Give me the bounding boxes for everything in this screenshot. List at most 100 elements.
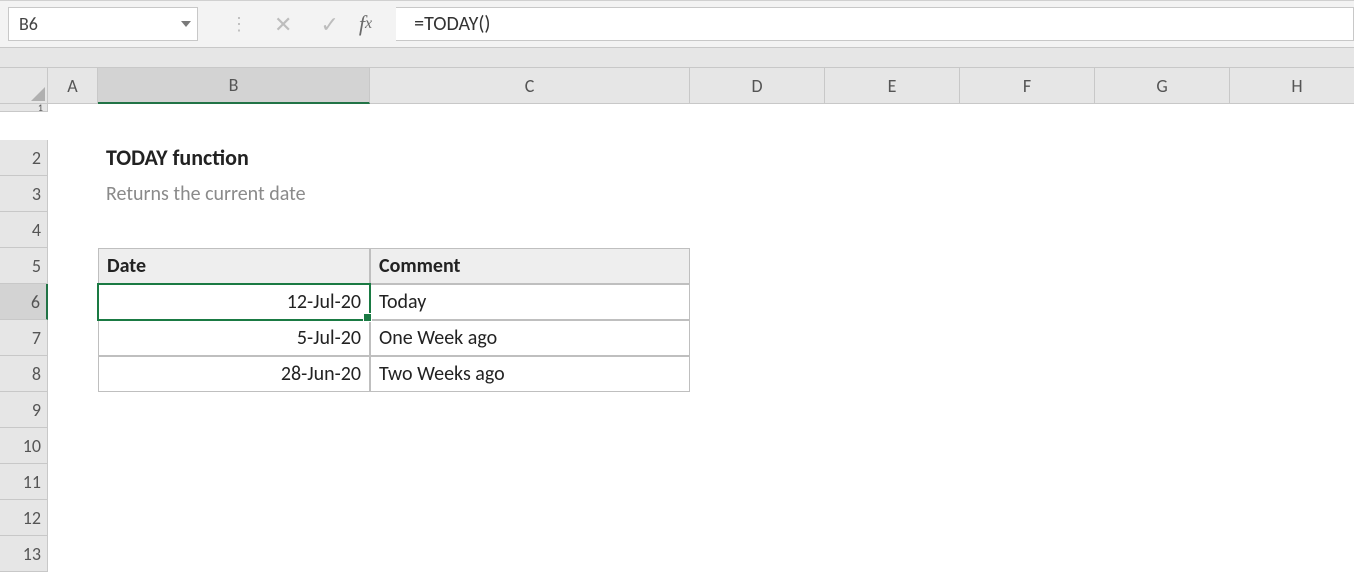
cell[interactable]: [98, 464, 370, 500]
row-header-4[interactable]: 4: [0, 212, 48, 248]
cell[interactable]: [1095, 392, 1230, 428]
cell[interactable]: [690, 356, 825, 392]
cell[interactable]: [690, 392, 825, 428]
col-header-A[interactable]: A: [48, 68, 98, 104]
cell[interactable]: [370, 464, 690, 500]
cell[interactable]: [960, 428, 1095, 464]
row-header-5[interactable]: 5: [0, 248, 48, 284]
cell[interactable]: [370, 212, 690, 248]
cell[interactable]: [1230, 212, 1354, 248]
cell-C8[interactable]: Two Weeks ago: [370, 356, 690, 392]
cell[interactable]: [825, 464, 960, 500]
cell[interactable]: [825, 212, 960, 248]
cell[interactable]: [1095, 356, 1230, 392]
cell[interactable]: [960, 320, 1095, 356]
cell[interactable]: [1230, 356, 1354, 392]
row-header-8[interactable]: 8: [0, 356, 48, 392]
cell[interactable]: [370, 500, 690, 536]
cell[interactable]: [1230, 392, 1354, 428]
cell[interactable]: [48, 212, 98, 248]
cell[interactable]: [98, 500, 370, 536]
cell[interactable]: [960, 140, 1095, 176]
row-header-2[interactable]: 2: [0, 140, 48, 176]
cell[interactable]: [48, 464, 98, 500]
spreadsheet-grid[interactable]: A B C D E F G H 1 2 TODAY function 3 Ret…: [0, 68, 1354, 572]
cell[interactable]: [48, 428, 98, 464]
row-header-6[interactable]: 6: [0, 284, 48, 320]
cell-C6[interactable]: Today: [370, 284, 690, 320]
cell[interactable]: [48, 392, 98, 428]
cell[interactable]: [690, 464, 825, 500]
col-header-F[interactable]: F: [960, 68, 1095, 104]
cell[interactable]: [98, 104, 370, 112]
cell[interactable]: [825, 104, 960, 112]
cell[interactable]: [1230, 284, 1354, 320]
cell[interactable]: [370, 104, 690, 112]
cell[interactable]: [960, 356, 1095, 392]
cell[interactable]: [370, 536, 690, 572]
cell[interactable]: [48, 536, 98, 572]
cell[interactable]: [690, 248, 825, 284]
cell[interactable]: [1230, 428, 1354, 464]
cell[interactable]: [1230, 104, 1354, 112]
cell[interactable]: [960, 500, 1095, 536]
cell[interactable]: [48, 284, 98, 320]
cell[interactable]: [48, 176, 98, 212]
cell[interactable]: [1230, 536, 1354, 572]
cell[interactable]: [1095, 248, 1230, 284]
cell[interactable]: [370, 140, 690, 176]
cell[interactable]: [98, 428, 370, 464]
cell[interactable]: [960, 464, 1095, 500]
cell[interactable]: [48, 104, 98, 112]
fx-icon[interactable]: fx: [359, 7, 397, 41]
cell[interactable]: [1095, 536, 1230, 572]
col-header-G[interactable]: G: [1095, 68, 1230, 104]
row-header-9[interactable]: 9: [0, 392, 48, 428]
col-header-D[interactable]: D: [690, 68, 825, 104]
cell[interactable]: [1230, 464, 1354, 500]
cell[interactable]: [1095, 284, 1230, 320]
cell-B7[interactable]: 5-Jul-20: [98, 320, 370, 356]
col-header-C[interactable]: C: [370, 68, 690, 104]
cell[interactable]: [1230, 500, 1354, 536]
col-header-H[interactable]: H: [1230, 68, 1354, 104]
cell[interactable]: [960, 392, 1095, 428]
cell[interactable]: [98, 212, 370, 248]
cell[interactable]: [48, 500, 98, 536]
cell-B3-subtitle[interactable]: Returns the current date: [98, 176, 370, 212]
cell[interactable]: [370, 428, 690, 464]
cell[interactable]: [48, 248, 98, 284]
cell[interactable]: [370, 176, 690, 212]
cell[interactable]: [825, 320, 960, 356]
cell[interactable]: [960, 212, 1095, 248]
cell[interactable]: [690, 500, 825, 536]
cell-C7[interactable]: One Week ago: [370, 320, 690, 356]
cell[interactable]: [370, 392, 690, 428]
cell[interactable]: [48, 320, 98, 356]
cell[interactable]: [1095, 464, 1230, 500]
cell[interactable]: [960, 176, 1095, 212]
cell[interactable]: [960, 104, 1095, 112]
row-header-11[interactable]: 11: [0, 464, 48, 500]
cell[interactable]: [1095, 176, 1230, 212]
formula-input[interactable]: =TODAY(): [396, 7, 1354, 41]
row-header-3[interactable]: 3: [0, 176, 48, 212]
cell[interactable]: [1095, 212, 1230, 248]
row-header-13[interactable]: 13: [0, 536, 48, 572]
name-box-dropdown-icon[interactable]: [181, 17, 191, 31]
cell[interactable]: [48, 356, 98, 392]
cell[interactable]: [960, 284, 1095, 320]
cell[interactable]: [690, 320, 825, 356]
cell[interactable]: [690, 140, 825, 176]
name-box[interactable]: B6: [8, 7, 198, 41]
cell[interactable]: [1095, 500, 1230, 536]
cell[interactable]: [690, 212, 825, 248]
cell[interactable]: [690, 104, 825, 112]
table-header-date[interactable]: Date: [98, 248, 370, 284]
cell[interactable]: [825, 536, 960, 572]
cell[interactable]: [1095, 320, 1230, 356]
cell[interactable]: [825, 176, 960, 212]
table-header-comment[interactable]: Comment: [370, 248, 690, 284]
row-header-10[interactable]: 10: [0, 428, 48, 464]
cell[interactable]: [825, 284, 960, 320]
